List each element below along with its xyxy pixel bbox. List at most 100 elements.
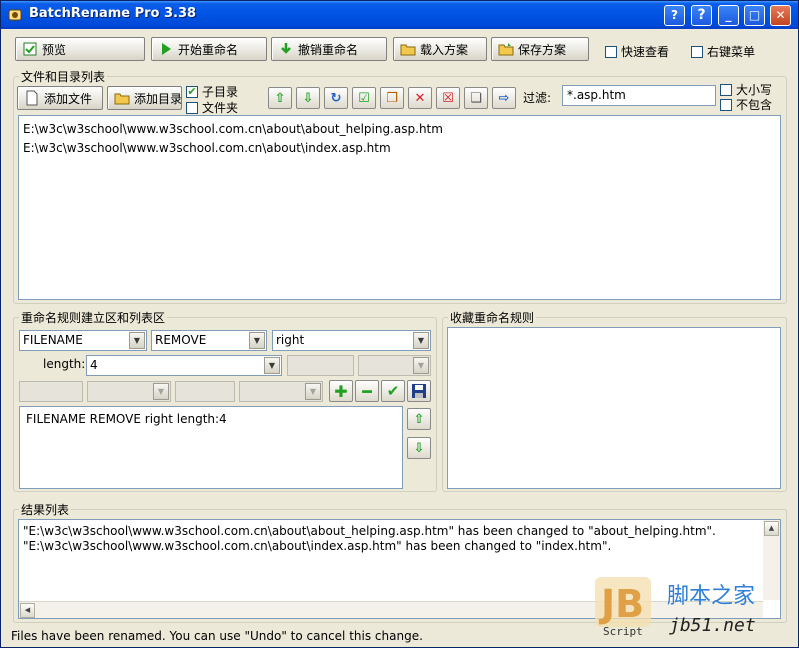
files-group-title: 文件和目录列表: [19, 68, 108, 85]
favorites-group-title: 收藏重命名规则: [448, 309, 537, 326]
paste-button[interactable]: ❏: [464, 87, 488, 109]
window-title: BatchRename Pro 3.38: [29, 6, 197, 21]
svg-text:jb51.net: jb51.net: [669, 615, 756, 636]
length-label: length:: [43, 357, 86, 371]
exclude-checkbox[interactable]: 不包含: [720, 96, 772, 113]
scroll-up-icon[interactable]: ▲: [764, 521, 779, 536]
export-button[interactable]: ⇨: [492, 87, 516, 109]
clear-button[interactable]: ☒: [436, 87, 460, 109]
arrow-down-icon: ⇩: [302, 90, 314, 106]
add-folder-button[interactable]: 添加目录: [107, 86, 182, 110]
length-select[interactable]: 4 ▼: [86, 355, 282, 376]
delete-button[interactable]: ✕: [408, 87, 432, 109]
floppy-disk-icon: [412, 384, 426, 398]
case-box[interactable]: [720, 83, 732, 96]
chevron-down-icon: ▼: [305, 383, 321, 400]
preview-icon: [23, 42, 37, 56]
add-file-button[interactable]: 添加文件: [17, 86, 103, 110]
rules-group-title: 重命名规则建立区和列表区: [19, 309, 168, 326]
subfolder-checkbox[interactable]: ✔ 子目录: [186, 83, 238, 100]
param-input-disabled-2: [19, 381, 83, 402]
svg-text:脚本之家: 脚本之家: [667, 584, 755, 609]
chevron-down-icon[interactable]: ▼: [264, 357, 280, 374]
folder-checkbox[interactable]: 文件夹: [186, 99, 238, 116]
undo-icon: [281, 43, 291, 54]
play-icon: [162, 43, 171, 55]
arrow-up-icon: ⇧: [274, 90, 286, 106]
param-select-disabled: ▼: [358, 355, 431, 376]
file-list-item[interactable]: E:\w3c\w3school\www.w3school.com.cn\abou…: [19, 139, 780, 158]
file-icon: [26, 90, 38, 106]
rule-move-down-button[interactable]: ⇩: [407, 437, 431, 459]
help-icon[interactable]: ?: [664, 5, 685, 26]
save-folder-icon: [498, 43, 514, 56]
close-button[interactable]: ✕: [770, 5, 791, 26]
param-input-disabled-3: [175, 381, 235, 402]
arrow-down-icon: ⇩: [413, 440, 425, 456]
folder-box[interactable]: [186, 101, 198, 114]
context-menu-checkbox[interactable]: 右键菜单: [691, 43, 755, 60]
watermark-logo: JB Script 脚本之家 jb51.net: [595, 577, 756, 638]
chevron-down-icon: ▼: [153, 383, 169, 400]
file-list-item[interactable]: E:\w3c\w3school\www.w3school.com.cn\abou…: [19, 120, 780, 139]
maximize-button[interactable]: □: [744, 5, 765, 26]
copy-icon: ❐: [386, 90, 398, 106]
results-group-title: 结果列表: [19, 501, 72, 518]
select-all-button[interactable]: ☑: [352, 87, 376, 109]
subfolder-box[interactable]: ✔: [186, 85, 198, 98]
move-down-button[interactable]: ⇩: [296, 87, 320, 109]
param-select-disabled-3: ▼: [239, 381, 323, 402]
param-select-disabled-2: ▼: [87, 381, 171, 402]
confirm-rule-button[interactable]: ✔: [381, 380, 405, 402]
rule-list[interactable]: FILENAME REMOVE right length:4: [19, 406, 403, 489]
add-rule-button[interactable]: ✚: [329, 380, 353, 402]
refresh-icon: ↻: [330, 90, 342, 106]
chevron-down-icon[interactable]: ▼: [129, 332, 145, 349]
app-icon: [8, 9, 22, 21]
copy-button[interactable]: ❐: [380, 87, 404, 109]
chevron-down-icon[interactable]: ▼: [249, 332, 265, 349]
context-menu-box[interactable]: [691, 45, 703, 58]
start-rename-button[interactable]: 开始重命名: [151, 37, 267, 61]
main-window: BatchRename Pro 3.38 ? ? _ □ ✕ 预览 开始重命名 …: [0, 0, 799, 648]
minimize-button[interactable]: _: [718, 5, 739, 26]
export-icon: ⇨: [498, 90, 510, 106]
quick-view-checkbox[interactable]: 快速查看: [605, 43, 669, 60]
title-bar[interactable]: BatchRename Pro 3.38 ? ? _ □ ✕: [1, 1, 798, 29]
result-line: "E:\w3c\w3school\www.w3school.com.cn\abo…: [23, 524, 716, 538]
quick-view-box[interactable]: [605, 45, 617, 58]
position-select[interactable]: right ▼: [272, 330, 431, 351]
filter-input[interactable]: *.asp.htm: [562, 85, 716, 106]
status-text: Files have been renamed. You can use "Un…: [11, 629, 423, 643]
checkmark-icon: ✔: [386, 382, 400, 400]
file-list[interactable]: E:\w3c\w3school\www.w3school.com.cn\abou…: [18, 115, 781, 300]
plus-icon: ✚: [334, 381, 348, 401]
action-select[interactable]: REMOVE ▼: [151, 330, 267, 351]
undo-rename-button[interactable]: 撤销重命名: [271, 37, 387, 61]
preview-button[interactable]: 预览: [15, 37, 145, 61]
info-icon[interactable]: ?: [691, 5, 712, 26]
arrow-up-icon: ⇧: [413, 411, 425, 427]
scroll-left-icon[interactable]: ◀: [20, 603, 35, 618]
move-up-button[interactable]: ⇧: [268, 87, 292, 109]
target-select[interactable]: FILENAME ▼: [19, 330, 147, 351]
paste-icon: ❏: [470, 90, 482, 106]
param-input-disabled: [287, 355, 354, 376]
filter-label: 过滤:: [523, 91, 552, 105]
folder-icon: [114, 93, 130, 105]
clear-doc-icon: ☒: [442, 90, 454, 106]
favorites-list[interactable]: [447, 327, 781, 489]
chevron-down-icon[interactable]: ▼: [413, 332, 429, 349]
svg-text:Script: Script: [603, 625, 643, 638]
load-scheme-button[interactable]: 载入方案: [393, 37, 487, 61]
folder-open-icon: [400, 44, 416, 56]
chevron-down-icon: ▼: [413, 357, 429, 374]
rule-list-item[interactable]: FILENAME REMOVE right length:4: [20, 410, 402, 429]
remove-rule-button[interactable]: ━: [355, 380, 379, 402]
save-scheme-button[interactable]: 保存方案: [491, 37, 589, 61]
save-rule-button[interactable]: [407, 380, 431, 402]
rule-move-up-button[interactable]: ⇧: [407, 408, 431, 430]
exclude-box[interactable]: [720, 98, 732, 111]
check-doc-icon: ☑: [358, 90, 370, 106]
refresh-button[interactable]: ↻: [324, 87, 348, 109]
